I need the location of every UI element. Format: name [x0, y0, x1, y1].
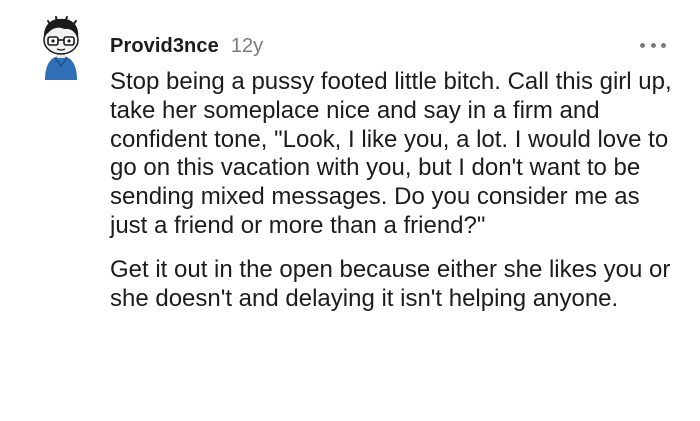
username-link[interactable]: Provid3nce: [110, 35, 219, 58]
comment-card: Provid3nce 12y Stop being a pussy footed…: [0, 0, 700, 421]
snoo-avatar-with-glasses-icon: [43, 16, 79, 80]
comment-body: Stop being a pussy footed little bitch. …: [110, 68, 678, 313]
comment-paragraph: Get it out in the open because either sh…: [110, 255, 671, 312]
comment-age: 12y: [230, 34, 264, 57]
comment-paragraph: Stop being a pussy footed little bitch. …: [110, 68, 672, 239]
more-options-icon-dot: [650, 42, 656, 48]
more-options-button[interactable]: [640, 34, 666, 56]
more-options-icon-dot: [661, 42, 666, 48]
more-options-icon: [640, 42, 645, 48]
user-avatar[interactable]: [37, 12, 85, 80]
comment-header: Provid3nce 12y: [110, 32, 263, 60]
